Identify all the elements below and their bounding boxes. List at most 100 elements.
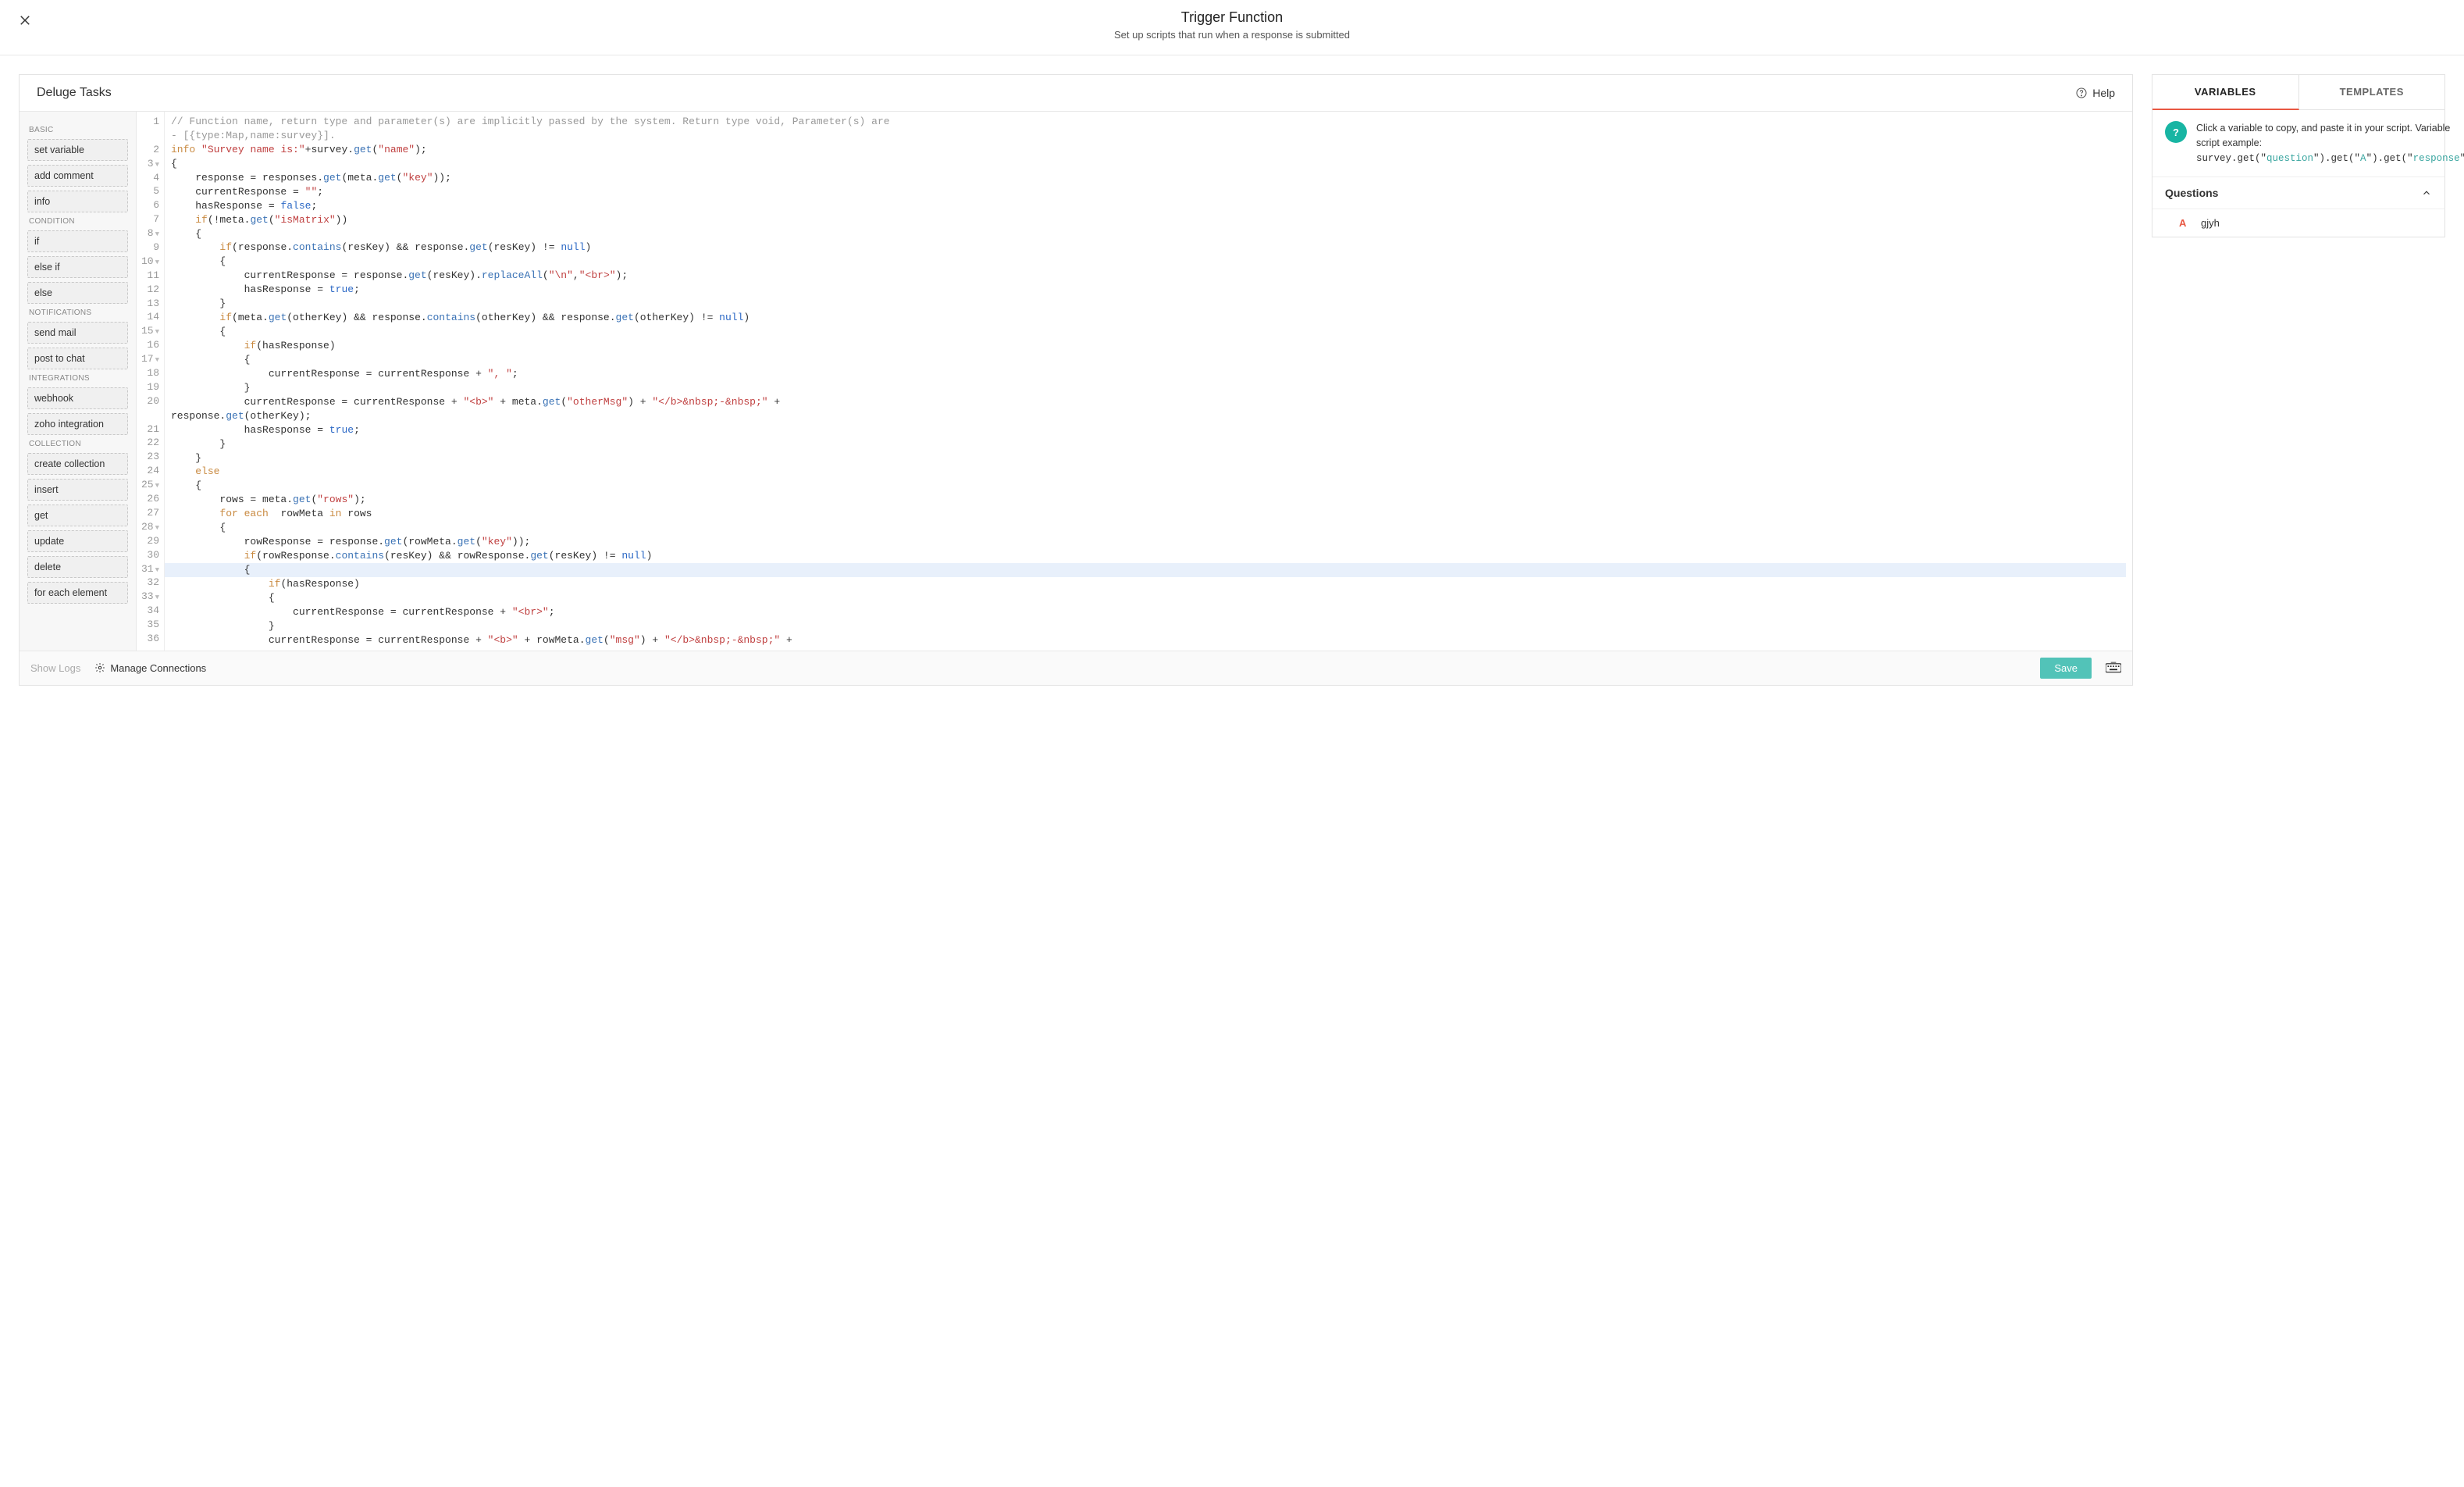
- line-number: 8▼: [140, 226, 159, 241]
- code-line[interactable]: if(hasResponse): [171, 339, 2126, 353]
- line-number: 25▼: [140, 478, 159, 492]
- tab-templates[interactable]: TEMPLATES: [2299, 75, 2445, 110]
- task-item-set-variable[interactable]: set variable: [27, 139, 128, 161]
- line-number: [140, 408, 159, 423]
- code-line[interactable]: {: [171, 157, 2126, 171]
- code-line[interactable]: {: [171, 521, 2126, 535]
- code-line[interactable]: if(meta.get(otherKey) && response.contai…: [171, 311, 2126, 325]
- task-item-update[interactable]: update: [27, 530, 128, 552]
- line-number: 17▼: [140, 352, 159, 366]
- save-button[interactable]: Save: [2040, 658, 2092, 679]
- code-line[interactable]: currentResponse = "";: [171, 185, 2126, 199]
- question-label: gjyh: [2201, 217, 2220, 229]
- variables-info: ? Click a variable to copy, and paste it…: [2152, 110, 2444, 177]
- task-item-webhook[interactable]: webhook: [27, 387, 128, 409]
- code-lines[interactable]: // Function name, return type and parame…: [165, 112, 2132, 651]
- task-item-for-each-element[interactable]: for each element: [27, 582, 128, 604]
- code-line[interactable]: {: [171, 591, 2126, 605]
- question-item[interactable]: Agjyh: [2152, 209, 2444, 237]
- code-line[interactable]: }: [171, 381, 2126, 395]
- line-number: 30: [140, 548, 159, 562]
- code-line[interactable]: if(!meta.get("isMatrix")): [171, 213, 2126, 227]
- code-line[interactable]: currentResponse = currentResponse + ", "…: [171, 367, 2126, 381]
- code-line[interactable]: if(hasResponse): [171, 577, 2126, 591]
- code-line[interactable]: }: [171, 619, 2126, 633]
- code-line[interactable]: hasResponse = false;: [171, 199, 2126, 213]
- line-number: 27: [140, 506, 159, 520]
- line-number: 36: [140, 632, 159, 646]
- show-logs-link[interactable]: Show Logs: [30, 662, 80, 674]
- chevron-up-icon: [2421, 187, 2432, 198]
- line-number: 23: [140, 450, 159, 464]
- line-number: 28▼: [140, 520, 159, 534]
- task-item-else-if[interactable]: else if: [27, 256, 128, 278]
- line-number: 7: [140, 212, 159, 226]
- keyboard-icon[interactable]: [2106, 661, 2121, 676]
- task-item-info[interactable]: info: [27, 191, 128, 212]
- code-line[interactable]: {: [171, 255, 2126, 269]
- line-number: 34: [140, 604, 159, 618]
- task-group-title: BASIC: [29, 126, 126, 134]
- line-number: 18: [140, 366, 159, 380]
- questions-section-header[interactable]: Questions: [2152, 177, 2444, 209]
- task-item-create-collection[interactable]: create collection: [27, 453, 128, 475]
- code-line[interactable]: response = responses.get(meta.get("key")…: [171, 171, 2126, 185]
- line-number: 9: [140, 241, 159, 255]
- code-line[interactable]: currentResponse = currentResponse + "<b>…: [171, 633, 2126, 647]
- code-line[interactable]: else: [171, 465, 2126, 479]
- help-link[interactable]: Help: [2075, 87, 2115, 99]
- task-item-get[interactable]: get: [27, 505, 128, 526]
- help-label: Help: [2092, 87, 2115, 99]
- line-number: 33▼: [140, 590, 159, 604]
- manage-connections-link[interactable]: Manage Connections: [94, 662, 206, 674]
- code-line[interactable]: rows = meta.get("rows");: [171, 493, 2126, 507]
- code-line[interactable]: }: [171, 437, 2126, 451]
- code-line[interactable]: currentResponse = response.get(resKey).r…: [171, 269, 2126, 283]
- code-line[interactable]: {: [171, 479, 2126, 493]
- code-line[interactable]: }: [171, 297, 2126, 311]
- line-number: 3▼: [140, 157, 159, 171]
- code-line[interactable]: {: [165, 563, 2126, 577]
- tab-variables[interactable]: VARIABLES: [2152, 75, 2299, 110]
- line-number: 11: [140, 269, 159, 283]
- code-line[interactable]: rowResponse = response.get(rowMeta.get("…: [171, 535, 2126, 549]
- code-line[interactable]: // Function name, return type and parame…: [171, 115, 2126, 129]
- code-line[interactable]: currentResponse = currentResponse + "<br…: [171, 605, 2126, 619]
- code-line[interactable]: response.get(otherKey);: [171, 409, 2126, 423]
- task-sidebar: BASICset variableadd commentinfoCONDITIO…: [20, 112, 137, 651]
- task-item-delete[interactable]: delete: [27, 556, 128, 578]
- code-line[interactable]: {: [171, 227, 2126, 241]
- editor-panel: Deluge Tasks Help BASIC set variable add c…: [19, 74, 2133, 686]
- questions-section-title: Questions: [2165, 187, 2218, 199]
- task-item-add-comment[interactable]: add comment: [27, 165, 128, 187]
- code-line[interactable]: if(rowResponse.contains(resKey) && rowRe…: [171, 549, 2126, 563]
- page-subtitle: Set up scripts that run when a response …: [0, 29, 2464, 41]
- code-line[interactable]: info "Survey name is:"+survey.get("name"…: [171, 143, 2126, 157]
- code-line[interactable]: hasResponse = true;: [171, 283, 2126, 297]
- code-line[interactable]: {: [171, 353, 2126, 367]
- editor-title: Deluge Tasks: [37, 86, 112, 100]
- task-item-zoho-integration[interactable]: zoho integration: [27, 413, 128, 435]
- code-line[interactable]: {: [171, 325, 2126, 339]
- code-line[interactable]: hasResponse = true;: [171, 423, 2126, 437]
- code-line[interactable]: for each rowMeta in rows: [171, 507, 2126, 521]
- question-badge: A: [2179, 217, 2190, 229]
- close-icon: [18, 13, 32, 27]
- line-number: 16: [140, 338, 159, 352]
- line-number: 22: [140, 436, 159, 450]
- line-number: 2: [140, 143, 159, 157]
- task-item-post-to-chat[interactable]: post to chat: [27, 348, 128, 369]
- task-item-send-mail[interactable]: send mail: [27, 322, 128, 344]
- task-item-else[interactable]: else: [27, 282, 128, 304]
- code-line[interactable]: - [{type:Map,name:survey}].: [171, 129, 2126, 143]
- code-line[interactable]: if(response.contains(resKey) && response…: [171, 241, 2126, 255]
- code-line[interactable]: currentResponse = currentResponse + "<b>…: [171, 395, 2126, 409]
- code-editor[interactable]: 123▼45678▼910▼1112131415▼1617▼1819202122…: [137, 112, 2132, 651]
- task-item-insert[interactable]: insert: [27, 479, 128, 501]
- code-line[interactable]: }: [171, 451, 2126, 465]
- line-number: 19: [140, 380, 159, 394]
- line-number: 26: [140, 492, 159, 506]
- close-button[interactable]: [16, 11, 34, 30]
- task-item-if[interactable]: if: [27, 230, 128, 252]
- line-number: 1: [140, 115, 159, 129]
